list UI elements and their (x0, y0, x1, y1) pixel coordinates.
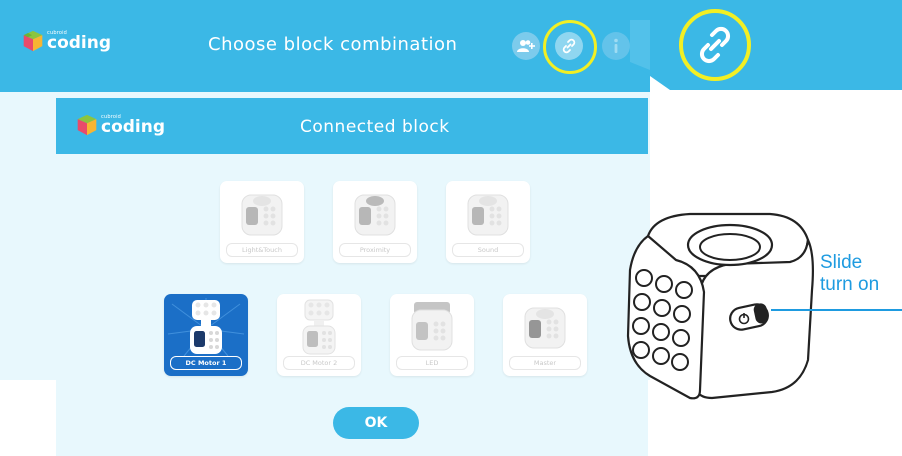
slide-turn-on-callout: Slide turn on (820, 252, 879, 296)
callout-line-2: turn on (820, 274, 880, 295)
callout-line-1: Slide (820, 252, 863, 273)
cube-power-illustration (626, 212, 902, 400)
